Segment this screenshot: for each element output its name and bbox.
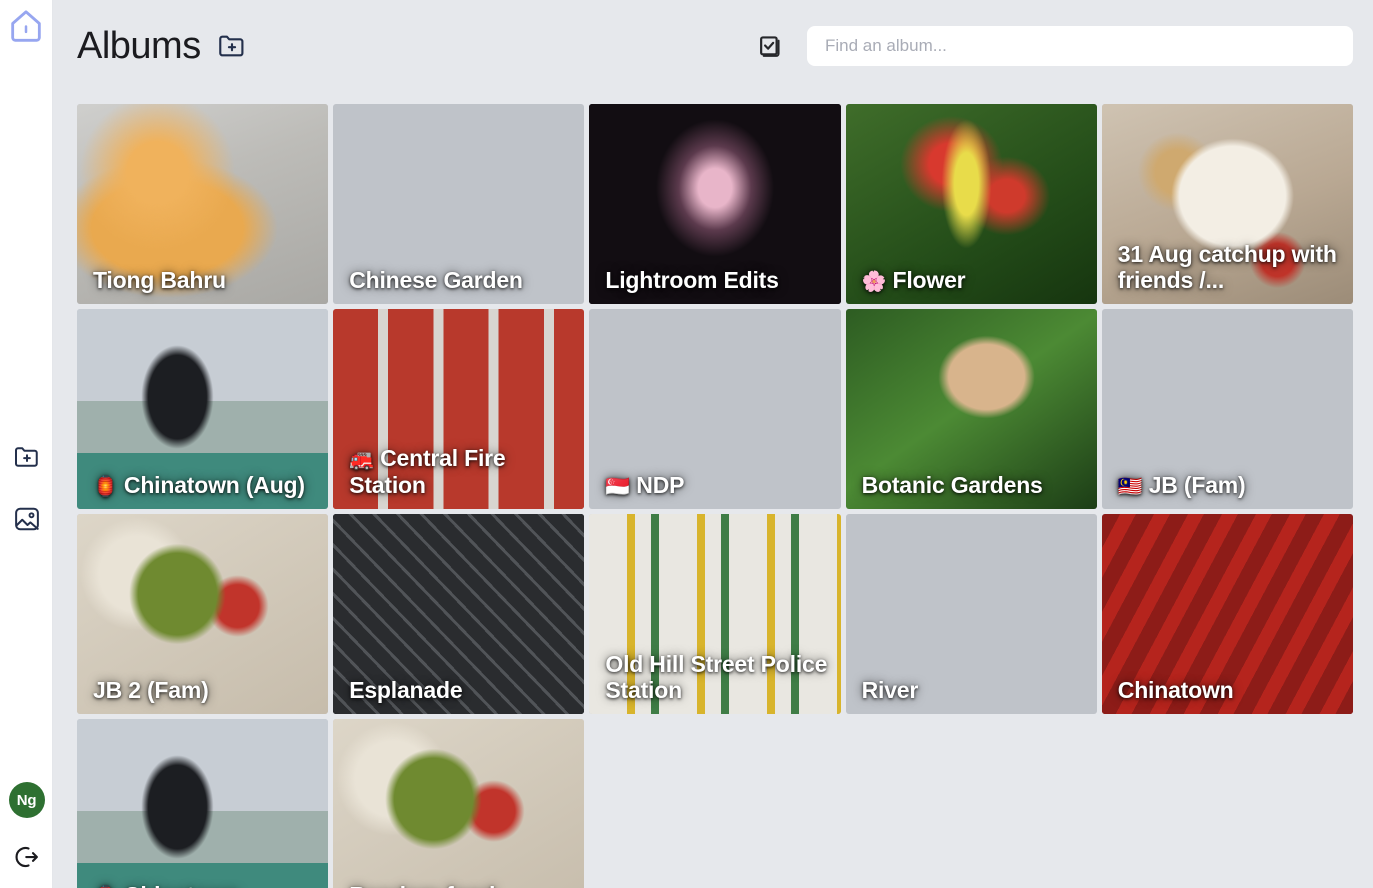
sidebar-photos-button[interactable]	[10, 502, 44, 536]
sidebar-actions	[0, 440, 53, 536]
header-controls	[753, 26, 1353, 66]
album-title-text: Chinatown (Aug)	[123, 471, 305, 498]
logout-button[interactable]	[10, 840, 44, 874]
album-title: Tiong Bahru	[93, 267, 226, 294]
albums-scroll-area[interactable]: Tiong Bahru Chinese Garden Lightroom Edits…	[53, 104, 1373, 888]
page-title: Albums	[77, 25, 201, 67]
album-tile[interactable]: Chinatown	[1101, 514, 1353, 714]
album-emoji: 🌸	[861, 270, 887, 293]
home-button[interactable]	[6, 6, 46, 46]
search-input[interactable]	[825, 36, 1335, 56]
album-title: Chinatown	[1117, 677, 1234, 704]
album-title: Chinese Garden	[349, 267, 523, 294]
image-icon	[14, 507, 39, 531]
album-tile[interactable]: Lightroom Edits	[589, 104, 841, 304]
album-tile[interactable]: 31 Aug catchup with friends /...	[1101, 104, 1353, 304]
album-tile[interactable]: Random food	[333, 719, 585, 888]
album-tile[interactable]: 🇲🇾 JB (Fam)	[1101, 309, 1353, 509]
album-tile[interactable]: 🏮 Chinatown (Aug)	[77, 309, 329, 509]
app-root: Ng Albums Find an album... Tiong Bahru C…	[0, 0, 1373, 888]
sign-out-icon	[14, 846, 38, 868]
multi-select-checkbox-icon	[760, 36, 780, 57]
album-title: Random food	[349, 882, 572, 888]
multi-select-button[interactable]	[753, 29, 785, 63]
album-title: Botanic Gardens	[861, 472, 1043, 499]
album-tile[interactable]: JB 2 (Fam)	[77, 514, 329, 714]
album-title: 🚒 Central Fire Station	[349, 445, 572, 499]
album-emoji: 🇸🇬	[605, 475, 631, 498]
album-tile[interactable]: Esplanade	[333, 514, 585, 714]
album-tile[interactable]: Botanic Gardens	[845, 309, 1097, 509]
album-title: Lightroom Edits	[605, 267, 779, 294]
sidebar: Ng	[0, 0, 53, 888]
album-title: Old Hill Street Police Station	[605, 650, 828, 704]
sidebar-account-area: Ng	[0, 782, 53, 874]
album-emoji: 🏮	[93, 475, 118, 498]
album-title: 31 Aug catchup with friends /...	[1117, 240, 1337, 294]
album-title: 🇲🇾 JB (Fam)	[1118, 472, 1341, 499]
album-title: 🇸🇬 NDP	[605, 472, 828, 499]
album-tile[interactable]: 🇸🇬 NDP	[589, 309, 841, 509]
album-title-text: NDP	[636, 471, 685, 498]
search-box[interactable]	[807, 26, 1353, 66]
folder-plus-icon	[14, 447, 38, 467]
album-tile[interactable]: 🌸 Flower	[845, 104, 1097, 304]
album-emoji: 🚒	[349, 449, 374, 472]
album-tile[interactable]: River	[845, 514, 1097, 714]
album-tile[interactable]: 🏮 Chinatown	[77, 719, 329, 888]
album-tile[interactable]: Old Hill Street Police Station	[589, 514, 841, 714]
album-title-text: Chinatown	[124, 882, 240, 888]
album-thumbnail	[77, 719, 329, 888]
album-title: Esplanade	[349, 677, 463, 704]
albums-grid: Tiong Bahru Chinese Garden Lightroom Edits…	[77, 104, 1353, 888]
page-header: Albums	[53, 0, 1373, 92]
sidebar-create-album-button[interactable]	[10, 440, 44, 474]
album-tile[interactable]: Chinese Garden	[333, 104, 585, 304]
title-group: Albums	[77, 27, 249, 65]
album-title: 🏮 Chinatown	[93, 882, 316, 888]
main-content: Albums Find an album... Tiong Bahru Chin…	[53, 0, 1373, 888]
album-thumbnail	[333, 719, 585, 888]
home-icon	[11, 10, 41, 42]
album-emoji: 🇲🇾	[1117, 475, 1143, 498]
album-title-text: Flower	[892, 266, 966, 293]
album-title: 🌸 Flower	[862, 267, 1085, 294]
avatar[interactable]: Ng	[8, 782, 45, 818]
album-title: River	[861, 677, 919, 704]
folder-plus-icon	[218, 35, 244, 57]
album-title-text: JB (Fam)	[1148, 471, 1246, 498]
album-tile[interactable]: Tiong Bahru	[77, 104, 329, 304]
create-album-button[interactable]	[215, 29, 249, 63]
album-title: JB 2 (Fam)	[93, 677, 209, 704]
album-title: 🏮 Chinatown (Aug)	[93, 472, 316, 499]
album-tile[interactable]: 🚒 Central Fire Station	[333, 309, 585, 509]
